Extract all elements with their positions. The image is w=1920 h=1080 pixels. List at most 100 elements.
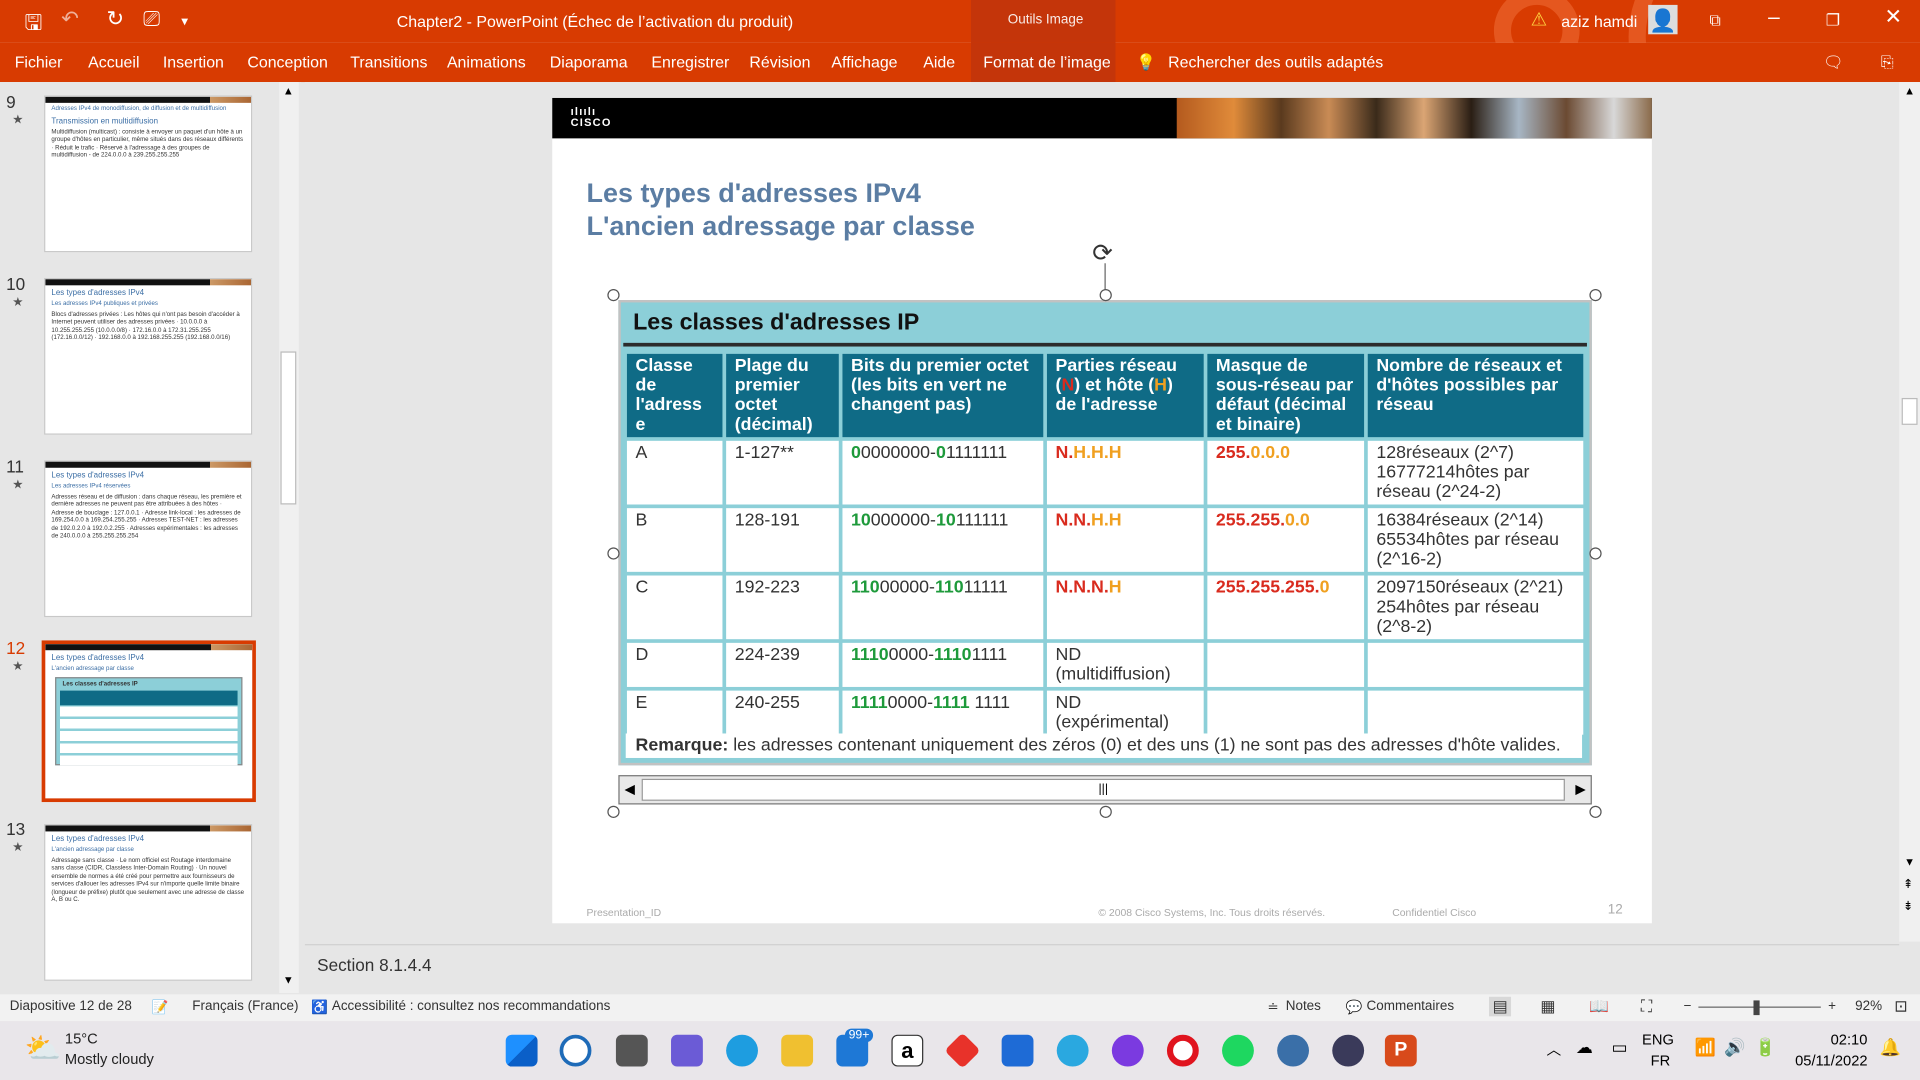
resize-handle-nw[interactable] — [607, 288, 620, 302]
resize-handle-se[interactable] — [1589, 805, 1602, 818]
tab-animations[interactable]: Animations — [447, 53, 526, 71]
clock-time[interactable]: 02:10 — [1831, 1031, 1868, 1048]
eclipse-icon[interactable] — [1332, 1034, 1365, 1067]
thumbnail-slide-11[interactable]: Les types d'adresses IPv4 Les adresses I… — [44, 460, 253, 618]
reading-view-icon[interactable]: 📖 — [1589, 997, 1609, 1017]
volume-icon[interactable]: 🔊 — [1724, 1037, 1745, 1058]
chevron-up-icon[interactable]: ︿ — [1547, 1038, 1562, 1059]
slideshow-view-icon[interactable]: ⛶ — [1641, 997, 1652, 1017]
restore-icon[interactable]: ❐ — [1826, 11, 1840, 31]
thumbnail-slide-10[interactable]: Les types d'adresses IPv4 Les adresses I… — [44, 277, 253, 435]
start-icon[interactable] — [505, 1034, 538, 1067]
thumbnail-slide-9[interactable]: Adresses IPv4 de monodiffusion, de diffu… — [44, 95, 253, 253]
notes-button[interactable]: Notes — [1286, 999, 1321, 1014]
tab-transitions[interactable]: Transitions — [350, 53, 427, 71]
amazon-icon[interactable]: a — [891, 1034, 924, 1067]
present-icon[interactable]: ⎚ — [143, 7, 160, 31]
prev-slide-icon[interactable]: ⇞ — [1903, 878, 1913, 891]
resize-handle-w[interactable] — [607, 547, 620, 560]
comments-button[interactable]: Commentaires — [1367, 999, 1455, 1014]
accessibility-icon[interactable]: ♿ — [311, 999, 328, 1015]
input-region[interactable]: FR — [1651, 1052, 1671, 1069]
tab-revision[interactable]: Révision — [749, 53, 810, 71]
zoom-in-icon[interactable]: + — [1828, 999, 1836, 1014]
hscroll-thumb[interactable]: ||| — [641, 778, 1565, 801]
zoom-slider-thumb[interactable] — [1753, 1000, 1760, 1016]
ip-classes-table-image[interactable]: Les classes d'adresses IP Classe de l'ad… — [618, 300, 1592, 766]
onedrive-icon[interactable]: ☁ — [1576, 1037, 1593, 1058]
scroll-thumb[interactable] — [280, 351, 297, 505]
zoom-level[interactable]: 92% — [1855, 999, 1882, 1014]
redo-icon[interactable]: ↻ — [107, 7, 124, 31]
tab-enregistrer[interactable]: Enregistrer — [651, 53, 729, 71]
tab-format-image[interactable]: Format de l’image — [983, 53, 1110, 71]
network-icon[interactable]: ▭ — [1611, 1037, 1627, 1058]
comments-status-icon[interactable]: 💬 — [1346, 999, 1363, 1015]
thumbnail-slide-13[interactable]: Les types d'adresses IPv4 L'ancien adres… — [44, 824, 253, 981]
scroll-left-icon[interactable]: ◀ — [624, 781, 634, 797]
file-explorer-icon[interactable] — [781, 1034, 814, 1067]
search-icon[interactable] — [559, 1034, 592, 1067]
save-icon[interactable]: 🖫 — [24, 7, 42, 43]
clock-date[interactable]: 05/11/2022 — [1795, 1052, 1867, 1069]
scroll-up-icon[interactable]: ▲ — [283, 84, 294, 96]
table-horizontal-scrollbar[interactable]: ◀ ||| ▶ — [618, 775, 1592, 805]
scroll-down-icon[interactable]: ▼ — [1904, 856, 1915, 868]
settings-icon[interactable] — [1277, 1034, 1309, 1067]
tab-insertion[interactable]: Insertion — [163, 53, 224, 71]
tor-icon[interactable] — [1111, 1034, 1144, 1067]
comments-icon[interactable]: 🗨 — [1823, 53, 1843, 73]
slide-title[interactable]: Les types d'adresses IPv4 L'ancien adres… — [587, 176, 975, 242]
spellcheck-icon[interactable]: 📝 — [152, 999, 169, 1015]
wifi-icon[interactable]: 📶 — [1695, 1037, 1716, 1058]
share-icon[interactable]: ⎘ — [1881, 53, 1894, 73]
spotify-icon[interactable] — [1222, 1034, 1254, 1067]
notes-pane[interactable]: Section 8.1.4.4 — [304, 944, 1900, 994]
tab-fichier[interactable]: Fichier — [15, 53, 63, 71]
edge-icon[interactable] — [726, 1034, 758, 1067]
input-language[interactable]: ENG — [1642, 1031, 1674, 1048]
minimize-icon[interactable]: – — [1768, 5, 1780, 29]
resize-handle-ne[interactable] — [1589, 288, 1602, 302]
teams-chat-icon[interactable] — [671, 1034, 703, 1067]
store-icon[interactable] — [1001, 1034, 1034, 1067]
normal-view-icon[interactable]: ▤ — [1488, 996, 1512, 1017]
rotate-handle-icon[interactable]: ⟳ — [1092, 238, 1113, 269]
zoom-out-icon[interactable]: − — [1684, 999, 1692, 1014]
next-slide-icon[interactable]: ⇟ — [1903, 900, 1913, 913]
fit-slide-icon[interactable]: ⊡ — [1894, 997, 1907, 1017]
customize-qat-icon[interactable]: ▾ — [181, 13, 188, 30]
notes-icon[interactable]: ≐ — [1267, 999, 1278, 1015]
resize-handle-e[interactable] — [1589, 547, 1602, 560]
resize-handle-s[interactable] — [1099, 805, 1112, 818]
help-icon[interactable] — [1056, 1034, 1089, 1067]
tab-accueil[interactable]: Accueil — [88, 53, 139, 71]
user-name[interactable]: aziz hamdi — [1561, 12, 1637, 30]
ribbon-display-icon[interactable]: ⧉ — [1709, 11, 1720, 31]
anydesk-icon[interactable] — [944, 1032, 981, 1069]
search-tools[interactable]: Rechercher des outils adaptés — [1168, 53, 1383, 71]
thumbnail-slide-12-selected[interactable]: Les types d'adresses IPv4 L'ancien adres… — [41, 640, 256, 803]
task-view-icon[interactable] — [615, 1034, 648, 1067]
scroll-up-icon[interactable]: ▲ — [1904, 84, 1915, 96]
scroll-right-icon[interactable]: ▶ — [1575, 781, 1585, 797]
tab-affichage[interactable]: Affichage — [831, 53, 897, 71]
sorter-view-icon[interactable]: ▦ — [1540, 997, 1555, 1017]
tab-diaporama[interactable]: Diaporama — [550, 53, 628, 71]
thumbnails-scrollbar[interactable]: ▲ ▼ — [279, 82, 299, 994]
powerpoint-icon[interactable]: P — [1384, 1034, 1417, 1067]
tab-conception[interactable]: Conception — [247, 53, 328, 71]
editor-scrollbar[interactable]: ▲ ▼ ⇞ ⇟ — [1899, 82, 1920, 942]
resize-handle-sw[interactable] — [607, 805, 620, 818]
avatar[interactable]: 👤 — [1648, 4, 1678, 35]
undo-icon[interactable]: ↶ — [61, 7, 78, 31]
notification-icon[interactable]: 🔔 — [1880, 1037, 1901, 1058]
language-indicator[interactable]: Français (France) — [192, 999, 298, 1014]
accessibility-status[interactable]: Accessibilité : consultez nos recommanda… — [332, 999, 611, 1014]
close-icon[interactable]: ✕ — [1885, 5, 1902, 29]
battery-icon[interactable]: 🔋 — [1755, 1037, 1776, 1058]
opera-icon[interactable] — [1166, 1034, 1199, 1067]
scroll-down-icon[interactable]: ▼ — [283, 973, 294, 985]
scroll-thumb[interactable] — [1901, 397, 1918, 425]
resize-handle-n[interactable] — [1099, 288, 1112, 302]
